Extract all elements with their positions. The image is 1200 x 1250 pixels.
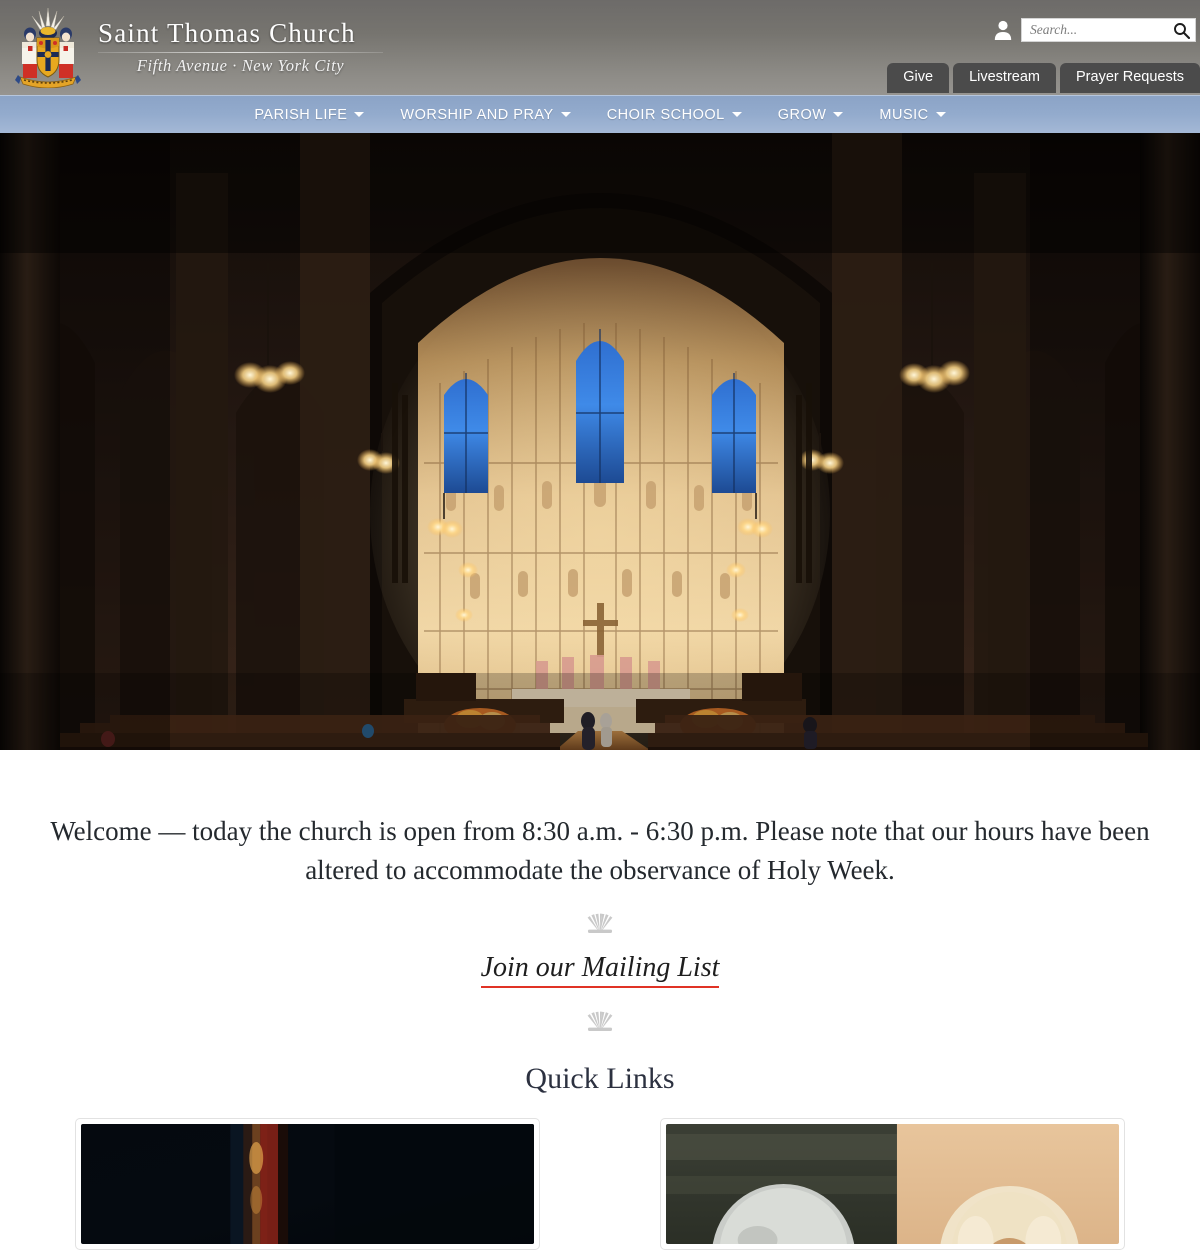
nav-label: WORSHIP AND PRAY — [400, 106, 554, 123]
search-box[interactable] — [1021, 18, 1196, 42]
main-navigation: PARISH LIFE WORSHIP AND PRAY CHOIR SCHOO… — [0, 95, 1200, 133]
chevron-down-icon — [935, 112, 946, 117]
chevron-down-icon — [560, 112, 571, 117]
nav-label: GROW — [777, 106, 827, 123]
brand-divider — [98, 52, 383, 53]
tab-prayer-requests[interactable]: Prayer Requests — [1060, 63, 1200, 93]
search-icon — [1174, 23, 1191, 40]
site-header: Saint Thomas Church Fifth Avenue · New Y… — [0, 0, 1200, 95]
quick-links-heading: Quick Links — [525, 1062, 675, 1096]
church-interior-illustration — [0, 133, 1200, 750]
coat-of-arms-icon — [15, 7, 81, 88]
nav-item-choir-school[interactable]: CHOIR SCHOOL — [589, 107, 760, 123]
nav-item-worship-and-pray[interactable]: WORSHIP AND PRAY — [382, 107, 588, 123]
nav-label: CHOIR SCHOOL — [606, 106, 725, 123]
nav-label: PARISH LIFE — [254, 106, 348, 123]
search-button[interactable] — [1173, 22, 1191, 40]
search-input[interactable] — [1022, 19, 1195, 41]
nav-item-grow[interactable]: GROW — [760, 107, 862, 123]
hero-banner-image — [0, 133, 1200, 750]
nav-label: MUSIC — [879, 106, 929, 123]
card-image-right — [666, 1124, 1119, 1245]
welcome-message: Welcome — today the church is open from … — [50, 816, 1150, 886]
chevron-down-icon — [354, 112, 365, 117]
site-title: Saint Thomas Church — [98, 18, 356, 48]
search-row — [993, 18, 1196, 42]
mailing-list-row: Join our Mailing List — [20, 952, 1180, 989]
tab-give[interactable]: Give — [887, 63, 950, 93]
card-image-left — [81, 1124, 534, 1245]
main-content: Welcome — today the church is open from … — [0, 812, 1200, 1250]
quick-link-card-right[interactable] — [660, 1118, 1125, 1250]
quick-link-card-left[interactable] — [75, 1118, 540, 1250]
account-person-icon[interactable] — [993, 19, 1013, 41]
nav-item-music[interactable]: MUSIC — [861, 107, 963, 123]
tab-livestream[interactable]: Livestream — [953, 63, 1056, 93]
chevron-down-icon — [833, 112, 844, 117]
header-tabs: Give Livestream Prayer Requests — [887, 63, 1200, 93]
shell-fan-ornament-icon — [587, 1011, 613, 1032]
site-subtitle: Fifth Avenue · New York City — [136, 56, 345, 75]
nav-item-parish-life[interactable]: PARISH LIFE — [236, 107, 382, 123]
quick-links-cards — [20, 1118, 1180, 1250]
processional-cross-photo — [81, 1124, 534, 1245]
brand-text: Saint Thomas Church Fifth Avenue · New Y… — [98, 4, 383, 76]
join-mailing-list-link[interactable]: Join our Mailing List — [480, 952, 720, 989]
shell-fan-ornament-icon — [587, 913, 613, 934]
brand-lockup[interactable]: Saint Thomas Church Fifth Avenue · New Y… — [12, 4, 383, 88]
portraits-photo — [666, 1124, 1119, 1245]
chevron-down-icon — [731, 112, 742, 117]
